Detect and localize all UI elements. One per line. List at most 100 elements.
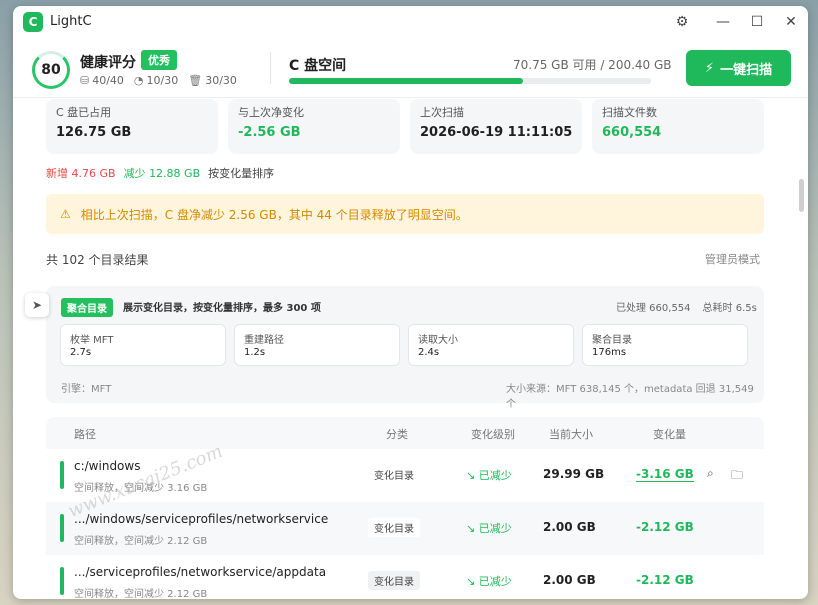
row-level: ↘ 已减少 — [466, 522, 512, 535]
perf-step-label: 读取大小 — [418, 335, 458, 346]
row-indicator — [60, 461, 64, 489]
card-label: 与上次净变化 — [238, 106, 304, 119]
dashboard-header: 80 健康评分 优秀 ⛁ 40/40 ◔ 10/30 🗑 30/30 C 盘空间 70… — [13, 38, 808, 98]
notice-banner: ⚠ 相比上次扫描，C 盘净减少 2.56 GB，其中 44 个目录释放了明显空间… — [46, 194, 764, 234]
scan-button[interactable]: ⚡ 一键扫描 — [686, 50, 791, 86]
perf-step-card: 重建路径 1.2s — [234, 324, 400, 366]
aggregate-totals: 已处理 660,554 总耗时 6.5s — [616, 299, 757, 314]
card-value: 660,554 — [602, 125, 662, 140]
perf-step-value: 1.2s — [244, 347, 266, 358]
admin-mode-label: 管理员模式 — [705, 253, 760, 266]
table-row[interactable]: .../serviceprofiles/networkservice/appda… — [46, 555, 764, 599]
results-title: 共 102 个目录结果 — [46, 253, 149, 267]
main-content: C 盘已占用 126.75 GB 与上次净变化 -2.56 GB 上次扫描 20… — [13, 99, 808, 599]
stat-disk-value: 40/40 — [92, 74, 124, 87]
card-label: 扫描文件数 — [602, 106, 657, 119]
row-delta[interactable]: -3.16 GB — [636, 467, 694, 482]
app-title: LightC — [50, 14, 92, 29]
close-button[interactable]: ✕ — [778, 10, 804, 34]
perf-step-card: 枚举 MFT 2.7s — [60, 324, 226, 366]
perf-step-value: 176ms — [592, 347, 627, 358]
row-subtitle: 空间释放，空间减少 2.12 GB — [74, 589, 208, 599]
header-path[interactable]: 路径 — [74, 426, 96, 442]
row-category: 变化目录 — [368, 571, 420, 590]
added-label: 新增 — [46, 167, 68, 180]
row-category: 变化目录 — [368, 518, 420, 537]
settings-icon[interactable]: ⚙ — [669, 10, 695, 34]
card-value: -2.56 GB — [238, 125, 301, 140]
disk-icon: ⛁ — [80, 74, 90, 87]
row-indicator — [60, 514, 64, 542]
aggregate-badge: 聚合目录 — [61, 298, 113, 317]
minimize-button[interactable]: — — [710, 10, 736, 34]
size-source-label: 大小来源：MFT 638,145 个，metadata 回退 31,549 个 — [506, 384, 754, 410]
card-disk-used: C 盘已占用 126.75 GB — [46, 99, 218, 154]
aggregate-description: 展示变化目录，按变化量排序，最多 300 项 — [123, 303, 321, 314]
app-logo-icon: C — [23, 12, 43, 32]
row-path: .../serviceprofiles/networkservice/appda… — [74, 565, 327, 579]
perf-step-label: 重建路径 — [244, 335, 284, 346]
disk-usage-bar-fill — [289, 78, 524, 84]
added-value: 4.76 GB — [71, 167, 116, 180]
trash-icon: 🗑 — [188, 74, 203, 87]
row-subtitle: 空间释放，空间减少 2.12 GB — [74, 536, 208, 547]
row-category: 变化目录 — [374, 471, 414, 482]
navigate-icon[interactable]: ➤ — [25, 293, 49, 317]
card-label: 上次扫描 — [420, 106, 464, 119]
scrollbar[interactable] — [799, 99, 805, 599]
row-path: c:/windows — [74, 459, 141, 473]
perf-step-card: 读取大小 2.4s — [408, 324, 574, 366]
delta-summary: 新增 4.76 GB 减少 12.88 GB 按变化量排序 — [46, 165, 274, 181]
reduced-value: 12.88 GB — [149, 167, 201, 180]
card-label: C 盘已占用 — [56, 106, 112, 119]
processed-count: 已处理 660,554 — [616, 303, 691, 314]
table-row[interactable]: .../windows/serviceprofiles/networkservi… — [46, 502, 764, 555]
health-stats: ⛁ 40/40 ◔ 10/30 🗑 30/30 — [80, 74, 237, 87]
added-summary: 新增 4.76 GB — [46, 165, 116, 181]
perf-step-value: 2.7s — [70, 347, 92, 358]
row-size: 2.00 GB — [543, 520, 596, 534]
stat-clock-value: 10/30 — [146, 74, 179, 87]
scan-button-label: 一键扫描 — [720, 62, 773, 78]
stat-clock: ◔ 10/30 — [134, 74, 178, 87]
table-header: 路径 分类 变化级别 当前大小 变化量 — [46, 417, 764, 449]
card-last-scan: 上次扫描 2026-06-19 11:11:05 — [410, 99, 582, 154]
row-delta[interactable]: -2.12 GB — [636, 520, 694, 534]
clock-icon: ◔ — [133, 74, 144, 87]
header-size[interactable]: 当前大小 — [549, 426, 593, 442]
row-level: ↘ 已减少 — [466, 469, 512, 482]
scrollbar-thumb[interactable] — [799, 179, 804, 212]
reduced-summary: 减少 12.88 GB — [124, 165, 201, 181]
header-divider — [270, 52, 271, 84]
folder-icon[interactable]: 🗀 — [731, 466, 743, 487]
stat-trash: 🗑 30/30 — [188, 74, 237, 87]
performance-panel: 聚合目录 展示变化目录，按变化量排序，最多 300 项 已处理 660,554 … — [46, 286, 764, 410]
health-score-ring: 80 — [32, 51, 70, 89]
header-category[interactable]: 分类 — [386, 426, 408, 442]
perf-step-label: 枚举 MFT — [70, 335, 114, 346]
reduced-label: 减少 — [123, 167, 146, 180]
disk-usage-bar — [289, 78, 651, 84]
row-size: 29.99 GB — [543, 467, 605, 481]
sort-label[interactable]: 按变化量排序 — [208, 165, 274, 181]
perf-step-label: 聚合目录 — [592, 335, 632, 346]
health-badge: 优秀 — [141, 50, 177, 70]
maximize-button[interactable]: ☐ — [744, 10, 770, 34]
header-level[interactable]: 变化级别 — [471, 426, 515, 442]
row-size: 2.00 GB — [543, 573, 596, 587]
lightning-icon: ⚡ — [704, 60, 715, 76]
notice-text: 相比上次扫描，C 盘净减少 2.56 GB，其中 44 个目录释放了明显空间。 — [80, 207, 468, 222]
search-icon[interactable]: ⌕ — [707, 466, 714, 481]
stat-trash-value: 30/30 — [205, 74, 237, 87]
row-level: ↘ 已减少 — [466, 575, 512, 588]
card-value: 126.75 GB — [56, 125, 132, 140]
total-time: 总耗时 6.5s — [702, 303, 757, 314]
perf-step-value: 2.4s — [418, 347, 440, 358]
title-bar: C LightC ⚙ — ☐ ✕ — [13, 6, 808, 38]
card-value: 2026-06-19 11:11:05 — [420, 125, 573, 140]
row-delta[interactable]: -2.12 GB — [636, 573, 694, 587]
engine-label: 引擎：MFT — [61, 384, 112, 395]
stat-disk: ⛁ 40/40 — [80, 74, 124, 87]
row-indicator — [60, 567, 64, 595]
header-delta[interactable]: 变化量 — [653, 426, 686, 442]
